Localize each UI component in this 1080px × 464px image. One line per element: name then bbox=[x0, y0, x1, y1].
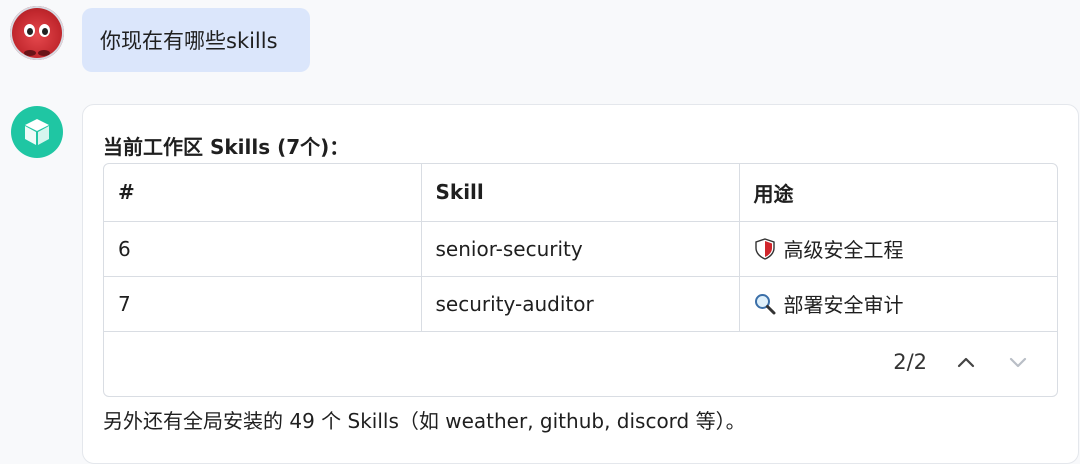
column-header-index: # bbox=[104, 164, 422, 222]
user-avatar bbox=[10, 6, 64, 60]
row-usage-cell: 高级安全工程 bbox=[739, 221, 1057, 277]
column-header-skill: Skill bbox=[421, 164, 740, 222]
row-skill: senior-security bbox=[421, 221, 740, 277]
table-row: 7 security-auditor 部署安全审计 bbox=[104, 276, 1057, 332]
row-skill: security-auditor bbox=[421, 276, 740, 332]
assistant-avatar bbox=[11, 106, 63, 158]
row-index: 7 bbox=[104, 276, 422, 332]
shield-icon bbox=[754, 237, 775, 260]
skills-heading: 当前工作区 Skills (7个)： bbox=[103, 135, 350, 159]
assistant-message-card: 当前工作区 Skills (7个)： # Skill 用途 6 senior-s… bbox=[82, 104, 1079, 464]
row-usage-cell: 部署安全审计 bbox=[739, 276, 1057, 332]
magnifier-icon bbox=[754, 293, 775, 314]
cube-icon bbox=[25, 119, 49, 145]
row-usage: 部署安全审计 bbox=[783, 293, 904, 317]
chevron-down-icon bbox=[1009, 357, 1027, 368]
user-message-bubble: 你现在有哪些skills bbox=[82, 8, 310, 72]
row-index: 6 bbox=[104, 221, 422, 277]
global-skills-note: 另外还有全局安装的 49 个 Skills（如 weather, github,… bbox=[103, 409, 746, 433]
column-header-usage: 用途 bbox=[739, 164, 1057, 222]
table-row: 6 senior-security 高级安全工程 bbox=[104, 221, 1057, 277]
row-usage: 高级安全工程 bbox=[783, 238, 904, 262]
skills-table: # Skill 用途 6 senior-security 高级安全工程 7 se… bbox=[103, 163, 1058, 397]
previous-page-button[interactable] bbox=[953, 349, 979, 375]
table-header-row: # Skill 用途 bbox=[104, 164, 1057, 222]
table-pagination: 2/2 bbox=[104, 328, 1057, 396]
chevron-up-icon bbox=[957, 357, 975, 368]
next-page-button[interactable] bbox=[1005, 349, 1031, 375]
page-indicator: 2/2 bbox=[893, 350, 927, 374]
user-message-text: 你现在有哪些skills bbox=[100, 29, 278, 53]
